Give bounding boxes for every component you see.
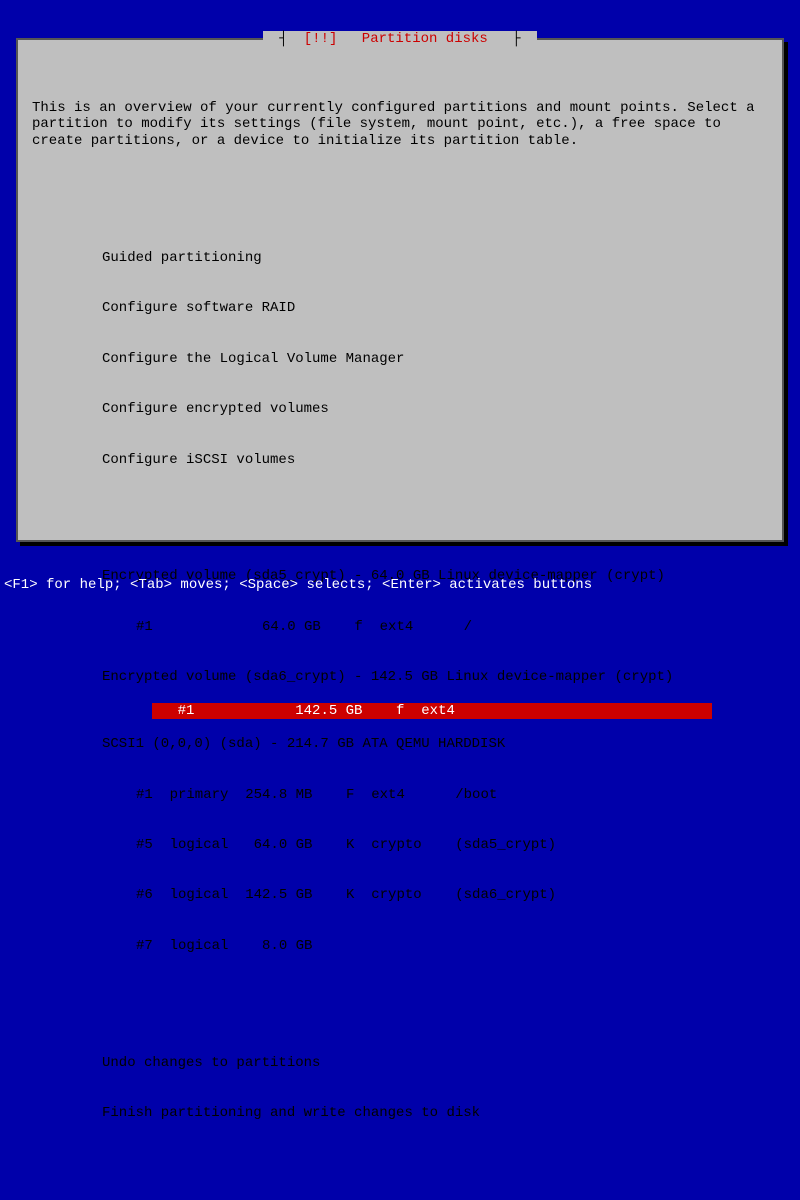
device-enc2-header[interactable]: Encrypted volume (sda6_crypt) - 142.5 GB… (102, 669, 768, 686)
menu-block: Guided partitioning Configure software R… (102, 216, 768, 1155)
partition-dialog: ┤[!!] Partition disks ├ This is an overv… (16, 38, 784, 542)
device-scsi-header[interactable]: SCSI1 (0,0,0) (sda) - 214.7 GB ATA QEMU … (102, 736, 768, 753)
partition-enc1-1[interactable]: #1 64.0 GB f ext4 / (136, 619, 768, 636)
action-undo[interactable]: Undo changes to partitions (102, 1055, 768, 1072)
help-bar: <F1> for help; <Tab> moves; <Space> sele… (0, 577, 800, 594)
partition-enc2-1-selected[interactable]: #1 142.5 GB f ext4 (152, 703, 712, 720)
partition-scsi-6[interactable]: #6 logical 142.5 GB K crypto (sda6_crypt… (136, 887, 768, 904)
menu-lvm[interactable]: Configure the Logical Volume Manager (102, 351, 768, 368)
partition-scsi-7[interactable]: #7 logical 8.0 GB (136, 938, 768, 955)
dialog-title-row: ┤[!!] Partition disks ├ (18, 31, 782, 48)
partition-scsi-1[interactable]: #1 primary 254.8 MB F ext4 /boot (136, 787, 768, 804)
partition-scsi-5[interactable]: #5 logical 64.0 GB K crypto (sda5_crypt) (136, 837, 768, 854)
dialog-body: This is an overview of your currently co… (18, 40, 782, 1200)
menu-iscsi[interactable]: Configure iSCSI volumes (102, 452, 768, 469)
title-deco-left: ┤ (271, 31, 295, 47)
menu-raid[interactable]: Configure software RAID (102, 300, 768, 317)
title-deco-right: ├ (504, 31, 528, 47)
action-finish[interactable]: Finish partitioning and write changes to… (102, 1105, 768, 1122)
dialog-title: Partition disks (345, 31, 504, 47)
title-mark: [!!] (296, 31, 346, 47)
menu-encrypted[interactable]: Configure encrypted volumes (102, 401, 768, 418)
menu-guided[interactable]: Guided partitioning (102, 250, 768, 267)
description-text: This is an overview of your currently co… (32, 100, 768, 150)
